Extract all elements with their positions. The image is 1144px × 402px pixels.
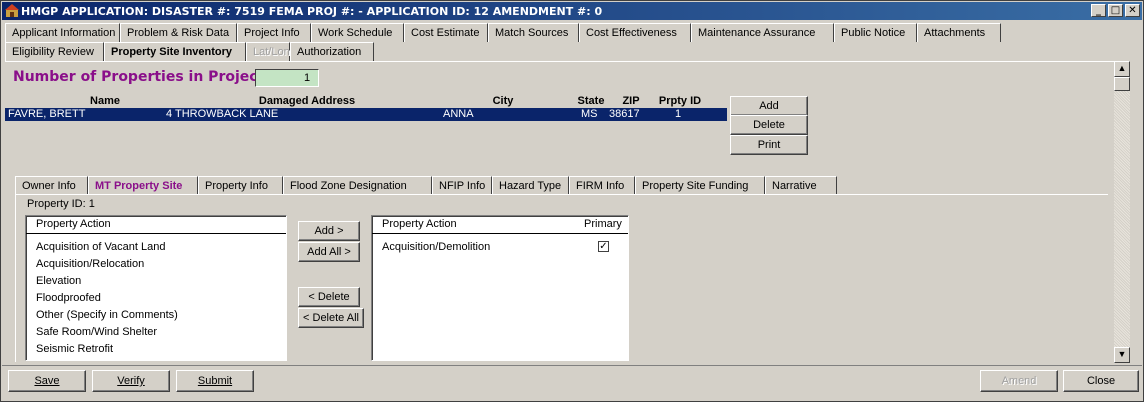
cell-name: FAVRE, BRETT — [8, 108, 86, 120]
selected-list-header: Property Action Primary — [372, 216, 628, 234]
selected-action-header: Property Action — [382, 218, 457, 230]
available-list-header: Property Action — [26, 216, 286, 234]
available-actions-list[interactable]: Property Action Acquisition of Vacant La… — [25, 215, 287, 361]
application-window: HMGP APPLICATION: DISASTER #: 7519 FEMA … — [0, 0, 1144, 402]
property-count-label: Number of Properties in Project: — [13, 69, 270, 85]
tab-attachments[interactable]: Attachments — [917, 23, 1001, 42]
close-icon[interactable]: ✕ — [1125, 4, 1140, 17]
tab-problem-risk-data[interactable]: Problem & Risk Data — [120, 23, 237, 42]
column-name: Name — [90, 95, 120, 107]
save-label: Save — [34, 375, 60, 387]
tab-eligibility-review[interactable]: Eligibility Review — [5, 42, 104, 61]
column-state: State — [577, 95, 605, 107]
primary-checkbox[interactable]: ✓ — [598, 241, 609, 252]
tab-cost-effectiveness[interactable]: Cost Effectiveness — [579, 23, 691, 42]
selected-actions-list[interactable]: Property Action Primary Acquisition/Demo… — [371, 215, 629, 361]
column-damaged-address: Damaged Address — [258, 95, 356, 107]
tab-property-site-inventory[interactable]: Property Site Inventory — [104, 42, 246, 61]
title-bar: HMGP APPLICATION: DISASTER #: 7519 FEMA … — [2, 2, 1142, 20]
tabs-row-2: Eligibility Review Property Site Invento… — [5, 42, 374, 61]
tab-lat-lon: Lat/Lon — [246, 42, 290, 61]
column-zip: ZIP — [622, 95, 640, 107]
list-item[interactable]: Acquisition/Relocation — [36, 258, 144, 270]
submit-button[interactable]: Submit — [176, 370, 254, 392]
cell-zip: 38617 — [609, 108, 640, 120]
list-item[interactable]: Seismic Retrofit — [36, 343, 113, 355]
add-action-button[interactable]: Add > — [298, 221, 360, 241]
scroll-thumb[interactable] — [1114, 77, 1130, 91]
minimize-icon[interactable]: _ — [1091, 4, 1106, 17]
tab-cost-estimate[interactable]: Cost Estimate — [404, 23, 488, 42]
tab-match-sources[interactable]: Match Sources — [488, 23, 579, 42]
verify-label: Verify — [117, 375, 145, 387]
tab-firm-info[interactable]: FIRM Info — [569, 176, 635, 195]
properties-grid-header: Name Damaged Address City State ZIP Prpt… — [5, 95, 727, 108]
amend-button: Amend — [980, 370, 1058, 392]
cell-address: 4 THROWBACK LANE — [166, 108, 279, 120]
app-icon — [5, 4, 19, 17]
maximize-icon[interactable]: □ — [1108, 4, 1123, 17]
verify-button[interactable]: Verify — [92, 370, 170, 392]
tab-public-notice[interactable]: Public Notice — [834, 23, 917, 42]
window-title: HMGP APPLICATION: DISASTER #: 7519 FEMA … — [21, 4, 603, 18]
scroll-down-icon[interactable]: ▼ — [1114, 347, 1130, 363]
column-city: City — [492, 95, 514, 107]
primary-header: Primary — [584, 218, 622, 230]
tab-narrative[interactable]: Narrative — [765, 176, 837, 195]
tab-authorization[interactable]: Authorization — [290, 42, 374, 61]
table-row[interactable]: FAVRE, BRETT 4 THROWBACK LANE ANNA MS 38… — [5, 108, 727, 121]
tab-hazard-type[interactable]: Hazard Type — [492, 176, 569, 195]
list-item[interactable]: Safe Room/Wind Shelter — [36, 326, 157, 338]
save-button[interactable]: Save — [8, 370, 86, 392]
property-id-label: Property ID: 1 — [27, 198, 95, 210]
scroll-up-icon[interactable]: ▲ — [1114, 61, 1130, 77]
tab-property-site-funding[interactable]: Property Site Funding — [635, 176, 765, 195]
tab-project-info[interactable]: Project Info — [237, 23, 311, 42]
add-all-actions-button[interactable]: Add All > — [298, 242, 360, 262]
tabs-row-1: Applicant Information Problem & Risk Dat… — [5, 23, 1001, 42]
delete-all-actions-button[interactable]: < Delete All — [298, 308, 364, 328]
cell-city: ANNA — [443, 108, 474, 120]
delete-action-button[interactable]: < Delete — [298, 287, 360, 307]
tab-flood-zone-designation[interactable]: Flood Zone Designation — [283, 176, 432, 195]
list-item[interactable]: Acquisition of Vacant Land — [36, 241, 165, 253]
tab-applicant-information[interactable]: Applicant Information — [5, 23, 120, 42]
add-property-button[interactable]: Add — [730, 96, 808, 116]
list-item[interactable]: Other (Specify in Comments) — [36, 309, 178, 321]
print-property-button[interactable]: Print — [730, 135, 808, 155]
tab-maintenance-assurance[interactable]: Maintenance Assurance — [691, 23, 834, 42]
property-subtabs: Owner Info MT Property Site Property Inf… — [15, 176, 837, 195]
list-item[interactable]: Acquisition/Demolition — [382, 241, 490, 253]
tab-property-info[interactable]: Property Info — [198, 176, 283, 195]
tab-nfip-info[interactable]: NFIP Info — [432, 176, 492, 195]
delete-property-button[interactable]: Delete — [730, 115, 808, 135]
cell-state: MS — [581, 108, 598, 120]
tab-owner-info[interactable]: Owner Info — [15, 176, 88, 195]
tab-work-schedule[interactable]: Work Schedule — [311, 23, 404, 42]
vertical-scrollbar[interactable]: ▲ ▼ — [1114, 61, 1130, 363]
close-button[interactable]: Close — [1063, 370, 1139, 392]
cell-prpty-id: 1 — [675, 108, 682, 120]
submit-label: Submit — [197, 375, 233, 387]
column-prpty-id: Prpty ID — [658, 95, 702, 107]
list-item[interactable]: Elevation — [36, 275, 81, 287]
list-item[interactable]: Floodproofed — [36, 292, 101, 304]
footer-bar — [2, 365, 1142, 401]
property-count-field[interactable]: 1 — [255, 69, 319, 87]
tab-mt-property-site[interactable]: MT Property Site — [88, 176, 198, 195]
